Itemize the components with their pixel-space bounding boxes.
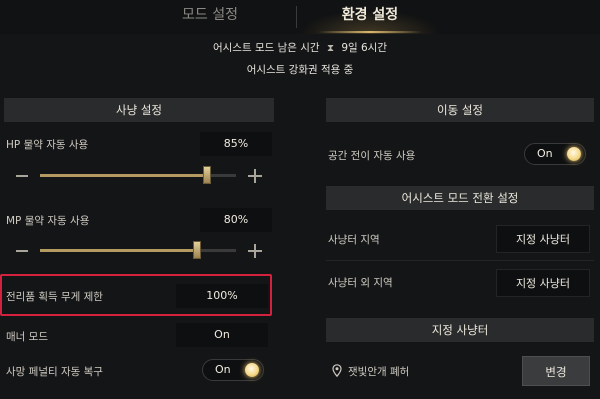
loot-weight-highlight-box (0, 274, 272, 316)
mp-slider-track[interactable] (40, 249, 236, 252)
divider (326, 260, 594, 261)
hp-minus-icon[interactable] (16, 175, 28, 177)
teleport-auto-toggle[interactable]: On (524, 143, 586, 165)
outside-zone-label: 사냥터 외 지역 (328, 277, 393, 289)
death-penalty-label: 사망 페널티 자동 복구 (6, 366, 103, 378)
teleport-toggle-label: On (537, 147, 553, 160)
hunting-zone-label: 사냥터 지역 (328, 234, 380, 246)
tab-mode-settings[interactable]: 모드 설정 (150, 0, 270, 34)
hp-slider-thumb[interactable] (202, 166, 211, 184)
assist-switch-header: 어시스트 모드 전환 설정 (326, 186, 594, 210)
hunting-settings-header: 사냥 설정 (4, 98, 274, 122)
manner-mode-value[interactable]: On (176, 323, 268, 347)
death-penalty-toggle-label: On (215, 363, 231, 376)
teleport-auto-label: 공간 전이 자동 사용 (328, 150, 416, 162)
mp-plus-icon[interactable] (248, 244, 262, 258)
mp-potion-value: 80% (200, 208, 272, 232)
change-zone-button[interactable]: 변경 (522, 356, 590, 386)
hourglass-icon: ⧗ (326, 43, 334, 54)
manner-mode-label: 매너 모드 (6, 331, 48, 343)
mp-minus-icon[interactable] (16, 250, 28, 252)
outside-zone-button[interactable]: 지정 사냥터 (496, 269, 590, 297)
designated-zone-name: 잿빛안개 폐허 (348, 366, 410, 378)
death-penalty-toggle[interactable]: On (202, 359, 264, 381)
tab-environment-settings[interactable]: 환경 설정 (305, 0, 435, 34)
toggle-knob-icon (567, 147, 581, 161)
mp-potion-label: MP 물약 자동 사용 (6, 215, 90, 227)
mp-slider-thumb[interactable] (192, 241, 201, 259)
hp-slider-fill (40, 174, 207, 177)
hunting-zone-button[interactable]: 지정 사냥터 (496, 225, 590, 253)
movement-settings-header: 이동 설정 (326, 98, 594, 122)
hp-potion-label: HP 물약 자동 사용 (6, 139, 89, 151)
mp-slider-fill (40, 249, 197, 252)
assist-remaining-time: 어시스트 모드 남은 시간 ⧗ 9일 6시간 (0, 40, 600, 55)
toggle-knob-icon (245, 363, 259, 377)
designated-zone-header: 지정 사냥터 (326, 318, 594, 342)
location-pin-icon (332, 364, 342, 377)
hp-plus-icon[interactable] (248, 169, 262, 183)
hp-potion-value: 85% (200, 132, 272, 156)
assist-status: 어시스트 강화권 적용 중 (246, 64, 354, 76)
active-tab-underline (318, 31, 422, 33)
tab-divider (296, 6, 297, 28)
assist-remaining-label: 어시스트 모드 남은 시간 (212, 42, 320, 54)
assist-remaining-value: 9일 6시간 (341, 42, 388, 54)
